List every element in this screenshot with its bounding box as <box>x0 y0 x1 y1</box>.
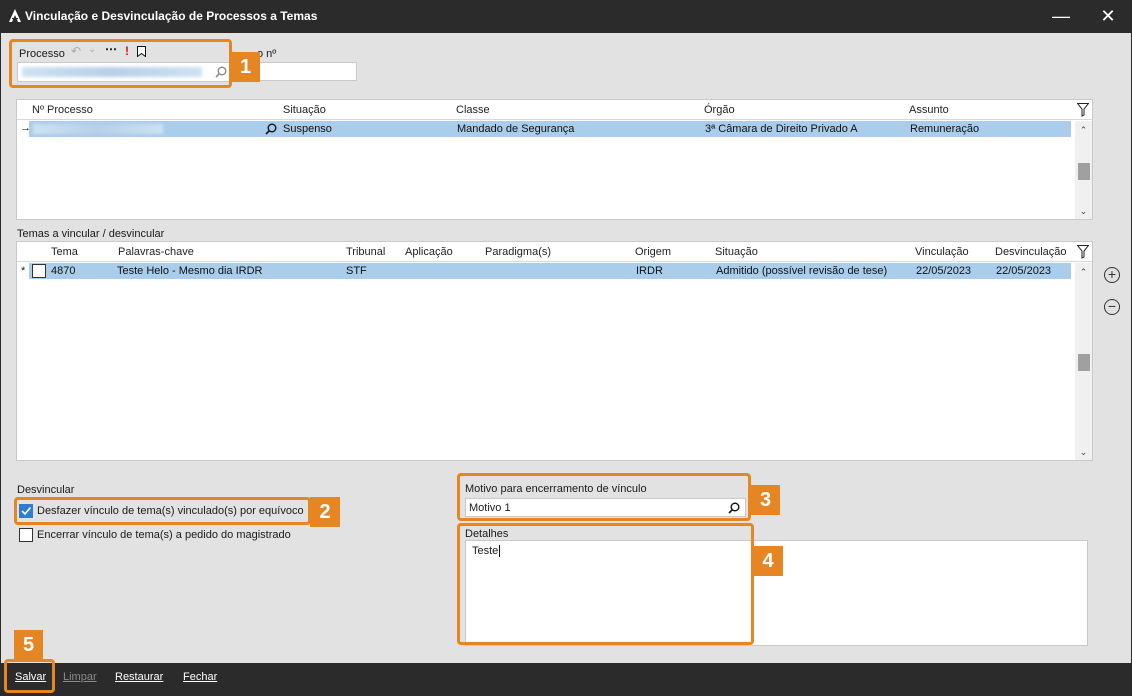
temas-scrollbar[interactable]: ⌃ ⌄ <box>1075 263 1092 460</box>
step-badge-5: 5 <box>14 630 43 660</box>
filter-icon[interactable] <box>1077 103 1089 117</box>
cell-classe: Mandado de Segurança <box>457 123 575 135</box>
cell-tema: 4870 <box>51 265 76 277</box>
temas-grid: Tema Palavras-chave Tribunal Aplicação P… <box>16 241 1093 461</box>
highlight-box-3 <box>457 473 751 521</box>
step-badge-4: 4 <box>753 546 783 576</box>
salvar-button[interactable]: Salvar <box>15 671 46 683</box>
step-badge-2: 2 <box>310 497 340 527</box>
encerrar-label[interactable]: Encerrar vínculo de tema(s) a pedido do … <box>37 529 291 541</box>
cell-origem: IRDR <box>636 265 663 277</box>
col-classe[interactable]: Classe <box>456 104 490 116</box>
cell-tribunal: STF <box>346 265 367 277</box>
processos-scrollbar[interactable]: ⌃ ⌄ <box>1075 121 1092 219</box>
cell-desvinculacao: 22/05/2023 <box>996 265 1052 277</box>
scroll-down-icon[interactable]: ⌄ <box>1075 445 1092 459</box>
table-row[interactable]: 4870 Teste Helo - Mesmo dia IRDR STF IRD… <box>29 263 1071 279</box>
highlight-box-4 <box>457 523 754 645</box>
minimize-button[interactable]: — <box>1049 5 1073 27</box>
col-situacao[interactable]: Situação <box>283 104 326 116</box>
temas-section-label: Temas a vincular / desvincular <box>17 228 165 240</box>
col-orgao[interactable]: Órgão <box>704 104 735 116</box>
row-checkbox[interactable] <box>32 264 46 278</box>
redacted-process-number <box>33 124 163 134</box>
highlight-box-2 <box>14 497 311 525</box>
scroll-up-icon[interactable]: ⌃ <box>1075 265 1092 279</box>
cell-assunto: Remuneração <box>910 123 980 135</box>
processos-grid-header: Nº Processo Situação Classe Órgão Assunt… <box>17 100 1092 120</box>
row-indicator: * <box>21 265 26 277</box>
footer-toolbar: Salvar Limpar Restaurar Fechar <box>0 659 1132 696</box>
highlight-box-1 <box>9 39 232 88</box>
col-tribunal[interactable]: Tribunal <box>346 246 385 258</box>
col-numero-processo[interactable]: Nº Processo <box>32 104 93 116</box>
scroll-up-icon[interactable]: ⌃ <box>1075 123 1092 137</box>
col-assunto[interactable]: Assunto <box>909 104 949 116</box>
title-bar: Vinculação e Desvinculação de Processos … <box>0 0 1132 33</box>
desvincular-label: Desvincular <box>17 484 75 496</box>
scroll-thumb[interactable] <box>1078 163 1090 180</box>
limpar-button[interactable]: Limpar <box>63 671 97 683</box>
col-paradigmas[interactable]: Paradigma(s) <box>485 246 551 258</box>
filter-icon[interactable] <box>1077 245 1089 259</box>
scroll-thumb[interactable] <box>1078 354 1090 371</box>
restaurar-button[interactable]: Restaurar <box>115 671 163 683</box>
step-badge-3: 3 <box>751 485 780 515</box>
cell-vinculacao: 22/05/2023 <box>916 265 972 277</box>
cell-situacao: Admitido (possível revisão de tese) <box>716 265 888 277</box>
remove-tema-button[interactable]: − <box>1104 299 1120 315</box>
table-row[interactable]: Suspenso Mandado de Segurança 3ª Câmara … <box>29 121 1071 137</box>
col-aplicacao[interactable]: Aplicação <box>405 246 453 258</box>
col-situacao[interactable]: Situação <box>715 246 758 258</box>
app-logo-icon <box>9 9 21 22</box>
step-badge-1: 1 <box>231 52 260 82</box>
dialog-content: Processo ↶ ⌄ ⋯ ! o nº 1 Nº Processo Situ… <box>1 33 1131 663</box>
window-title: Vinculação e Desvinculação de Processos … <box>25 9 318 23</box>
add-tema-button[interactable]: + <box>1104 267 1120 283</box>
processos-grid: Nº Processo Situação Classe Órgão Assunt… <box>16 99 1093 220</box>
cell-palavras: Teste Helo - Mesmo dia IRDR <box>117 265 263 277</box>
col-tema[interactable]: Tema <box>51 246 78 258</box>
col-desvinculacao[interactable]: Desvinculação <box>995 246 1067 258</box>
col-palavras-chave[interactable]: Palavras-chave <box>118 246 194 258</box>
cell-orgao: 3ª Câmara de Direito Privado A <box>705 123 858 135</box>
scroll-down-icon[interactable]: ⌄ <box>1075 204 1092 218</box>
search-icon[interactable] <box>265 123 277 135</box>
cell-situacao: Suspenso <box>283 123 332 135</box>
col-vinculacao[interactable]: Vinculação <box>915 246 969 258</box>
close-button[interactable]: ✕ <box>1096 5 1120 27</box>
fechar-button[interactable]: Fechar <box>183 671 217 683</box>
temas-grid-header: Tema Palavras-chave Tribunal Aplicação P… <box>17 242 1092 262</box>
col-origem[interactable]: Origem <box>635 246 671 258</box>
encerrar-checkbox[interactable] <box>19 528 33 542</box>
